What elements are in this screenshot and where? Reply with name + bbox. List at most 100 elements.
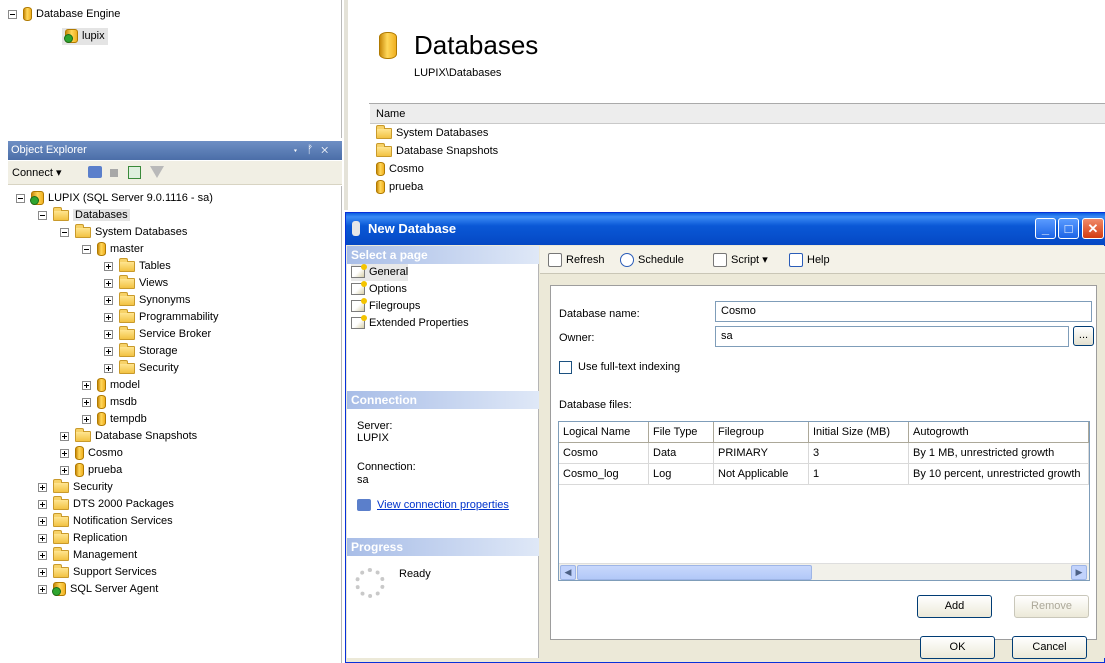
- refresh-icon[interactable]: [128, 166, 141, 179]
- collapse-icon[interactable]: [16, 193, 25, 203]
- tree-node[interactable]: DTS 2000 Packages: [38, 495, 174, 513]
- page-options[interactable]: Options: [351, 281, 407, 298]
- tree-node[interactable]: Databases: [38, 206, 130, 224]
- grid-header-row[interactable]: Logical Name File Type Filegroup Initial Si…: [559, 422, 1089, 443]
- minimize-icon[interactable]: _: [1035, 218, 1056, 239]
- expand-icon[interactable]: [60, 448, 69, 458]
- dialog-titlebar[interactable]: New Database _ □ ✕: [346, 213, 1105, 245]
- ok-button[interactable]: OK: [920, 636, 995, 659]
- database-list-item[interactable]: Cosmo: [376, 161, 424, 178]
- expand-icon[interactable]: [38, 584, 47, 594]
- collapse-icon[interactable]: [82, 244, 91, 254]
- tree-node[interactable]: LUPIX (SQL Server 9.0.1116 - sa): [16, 190, 213, 207]
- table-cell[interactable]: Cosmo: [559, 443, 649, 464]
- pin-icon[interactable]: ᚠ: [307, 144, 322, 156]
- expand-icon[interactable]: [82, 380, 91, 390]
- script-dropdown-icon[interactable]: ▾: [762, 254, 768, 266]
- table-cell[interactable]: By 1 MB, unrestricted growth: [909, 443, 1089, 464]
- tree-node[interactable]: master: [82, 241, 144, 258]
- tree-node[interactable]: model: [82, 377, 140, 394]
- schedule-button[interactable]: Schedule: [620, 253, 684, 268]
- header-buttons[interactable]: ▾ᚠ✕: [292, 141, 336, 160]
- expand-icon[interactable]: [38, 533, 47, 543]
- fulltext-checkbox[interactable]: [559, 361, 572, 374]
- tree-node-database-engine[interactable]: Database Engine: [8, 6, 120, 23]
- tree-node-lupix[interactable]: lupix: [62, 28, 108, 45]
- table-row[interactable]: Cosmo_log Log Not Applicable 1 By 10 percent…: [559, 464, 1089, 485]
- stop-icon[interactable]: [110, 169, 118, 177]
- column-header[interactable]: Logical Name: [559, 422, 649, 443]
- table-cell[interactable]: Data: [649, 443, 714, 464]
- refresh-button[interactable]: Refresh: [548, 253, 605, 268]
- database-name-input[interactable]: Cosmo: [715, 301, 1092, 322]
- tree-node[interactable]: Programmability: [104, 308, 218, 326]
- expand-icon[interactable]: [60, 465, 69, 475]
- tree-node[interactable]: Database Snapshots: [60, 427, 197, 445]
- table-cell[interactable]: PRIMARY: [714, 443, 809, 464]
- column-header[interactable]: Autogrowth: [909, 422, 1089, 443]
- column-header-name[interactable]: Name: [370, 104, 1105, 124]
- add-button[interactable]: Add: [917, 595, 992, 618]
- scroll-right-icon[interactable]: ▶: [1071, 565, 1087, 580]
- page-filegroups[interactable]: Filegroups: [351, 298, 420, 315]
- tree-node[interactable]: SQL Server Agent: [38, 581, 158, 598]
- tree-node[interactable]: Views: [104, 274, 168, 292]
- table-cell[interactable]: 3: [809, 443, 909, 464]
- column-header[interactable]: Initial Size (MB): [809, 422, 909, 443]
- tree-node[interactable]: Management: [38, 546, 137, 564]
- collapse-icon[interactable]: [38, 210, 47, 220]
- dropdown-icon[interactable]: ▾: [292, 144, 307, 156]
- tree-node[interactable]: Replication: [38, 529, 127, 547]
- remove-button[interactable]: Remove: [1014, 595, 1089, 618]
- close-icon[interactable]: ✕: [321, 144, 336, 156]
- owner-input[interactable]: sa: [715, 326, 1069, 347]
- page-extended-properties[interactable]: Extended Properties: [351, 315, 469, 332]
- connect-button[interactable]: Connect ▾: [12, 166, 62, 179]
- table-cell[interactable]: 1: [809, 464, 909, 485]
- tree-node[interactable]: Security: [38, 478, 113, 496]
- tree-node[interactable]: Synonyms: [104, 291, 190, 309]
- horizontal-scrollbar[interactable]: ◀ ▶: [559, 563, 1089, 580]
- tree-node[interactable]: Tables: [104, 257, 171, 275]
- expand-icon[interactable]: [104, 295, 113, 305]
- database-list-item[interactable]: prueba: [376, 179, 423, 196]
- expand-icon[interactable]: [38, 516, 47, 526]
- script-button[interactable]: Script ▾: [713, 253, 768, 268]
- tree-node[interactable]: Cosmo: [60, 445, 123, 462]
- expand-icon[interactable]: [82, 414, 91, 424]
- disconnect-icon[interactable]: [88, 166, 102, 178]
- expand-icon[interactable]: [38, 567, 47, 577]
- view-connection-properties[interactable]: View connection properties: [357, 499, 509, 512]
- expand-icon[interactable]: [82, 397, 91, 407]
- expand-icon[interactable]: [38, 550, 47, 560]
- tree-node[interactable]: Notification Services: [38, 512, 173, 530]
- tree-node[interactable]: prueba: [60, 462, 122, 479]
- table-row[interactable]: Cosmo Data PRIMARY 3 By 1 MB, unrestricted g…: [559, 443, 1089, 464]
- help-button[interactable]: Help: [789, 253, 830, 268]
- column-header[interactable]: File Type: [649, 422, 714, 443]
- tree-node[interactable]: Storage: [104, 342, 178, 360]
- expand-icon[interactable]: [104, 312, 113, 322]
- filter-icon[interactable]: [150, 166, 164, 178]
- table-cell[interactable]: By 10 percent, unrestricted growth: [909, 464, 1089, 485]
- page-general[interactable]: General: [351, 264, 409, 281]
- close-icon[interactable]: ✕: [1082, 218, 1104, 239]
- maximize-icon[interactable]: □: [1058, 218, 1079, 239]
- scroll-left-icon[interactable]: ◀: [560, 565, 576, 580]
- collapse-icon[interactable]: [60, 227, 69, 237]
- collapse-icon[interactable]: [8, 9, 17, 19]
- expand-icon[interactable]: [104, 346, 113, 356]
- expand-icon[interactable]: [104, 278, 113, 288]
- expand-icon[interactable]: [104, 363, 113, 373]
- table-cell[interactable]: Not Applicable: [714, 464, 809, 485]
- tree-node[interactable]: Service Broker: [104, 325, 211, 343]
- expand-icon[interactable]: [60, 431, 69, 441]
- tree-node[interactable]: Security: [104, 359, 179, 377]
- expand-icon[interactable]: [104, 329, 113, 339]
- database-list-item[interactable]: Database Snapshots: [376, 142, 498, 160]
- cancel-button[interactable]: Cancel: [1012, 636, 1087, 659]
- table-cell[interactable]: Log: [649, 464, 714, 485]
- expand-icon[interactable]: [104, 261, 113, 271]
- tree-node[interactable]: msdb: [82, 394, 137, 411]
- browse-owner-button[interactable]: ...: [1073, 326, 1094, 346]
